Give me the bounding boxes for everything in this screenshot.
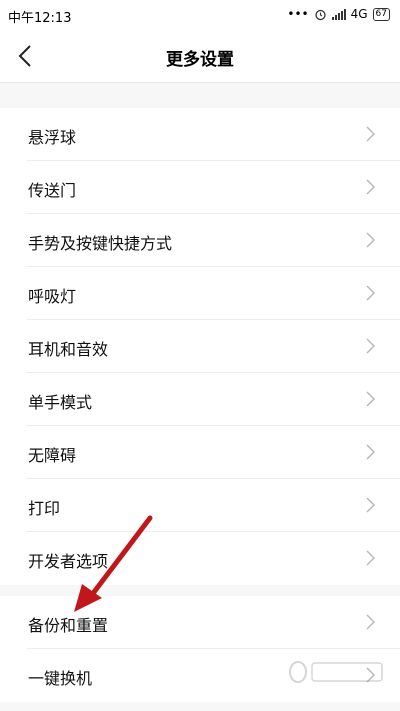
signal-icon: [331, 8, 346, 20]
battery-icon: 67: [372, 7, 390, 21]
status-time: 中午12:13: [8, 11, 72, 26]
settings-row-label: 打印: [28, 499, 61, 518]
header: 更多设置: [0, 30, 400, 83]
settings-row-printing[interactable]: 打印: [0, 479, 400, 532]
network-type: 4G: [350, 7, 368, 21]
chevron-right-icon: [366, 338, 375, 354]
chevron-right-icon: [366, 232, 375, 248]
more-dots-icon: •••: [287, 7, 309, 21]
status-bar: 中午12:13 ••• 4G 67: [0, 0, 400, 30]
chevron-right-icon: [366, 126, 375, 142]
settings-row-gestures-shortcuts[interactable]: 手势及按键快捷方式: [0, 214, 400, 267]
settings-row-label: 无障碍: [28, 446, 77, 465]
settings-row-one-handed-mode[interactable]: 单手模式: [0, 373, 400, 426]
chevron-right-icon: [366, 444, 375, 460]
settings-row-backup-reset[interactable]: 备份和重置: [0, 596, 400, 649]
settings-row-label: 耳机和音效: [28, 340, 109, 359]
settings-row-portal[interactable]: 传送门: [0, 161, 400, 214]
settings-row-floating-ball[interactable]: 悬浮球: [0, 108, 400, 161]
settings-row-label: 传送门: [28, 181, 77, 200]
chevron-right-icon: [366, 497, 375, 513]
alarm-icon: [314, 9, 326, 20]
settings-group-1: 悬浮球 传送门 手势及按键快捷方式 呼吸灯 耳机和音效 单手模式 无障碍 打印 …: [0, 108, 400, 585]
page-title: 更多设置: [166, 50, 234, 70]
settings-row-headphones-audio[interactable]: 耳机和音效: [0, 320, 400, 373]
status-icons: ••• 4G 67: [287, 7, 390, 21]
chevron-right-icon: [366, 179, 375, 195]
chevron-right-icon: [366, 614, 375, 630]
settings-row-label: 开发者选项: [28, 552, 109, 571]
settings-row-accessibility[interactable]: 无障碍: [0, 426, 400, 479]
chevron-right-icon: [366, 391, 375, 407]
settings-row-label: 手势及按键快捷方式: [28, 234, 173, 253]
watermark-logo-icon: [289, 661, 383, 683]
settings-row-label: 备份和重置: [28, 616, 109, 635]
chevron-right-icon: [366, 550, 375, 566]
settings-row-label: 悬浮球: [28, 128, 77, 147]
settings-row-label: 单手模式: [28, 393, 93, 412]
settings-row-label: 呼吸灯: [28, 287, 77, 306]
settings-row-developer-options[interactable]: 开发者选项: [0, 532, 400, 585]
chevron-right-icon: [366, 285, 375, 301]
settings-row-notification-light[interactable]: 呼吸灯: [0, 267, 400, 320]
settings-row-label: 一键换机: [28, 669, 93, 688]
